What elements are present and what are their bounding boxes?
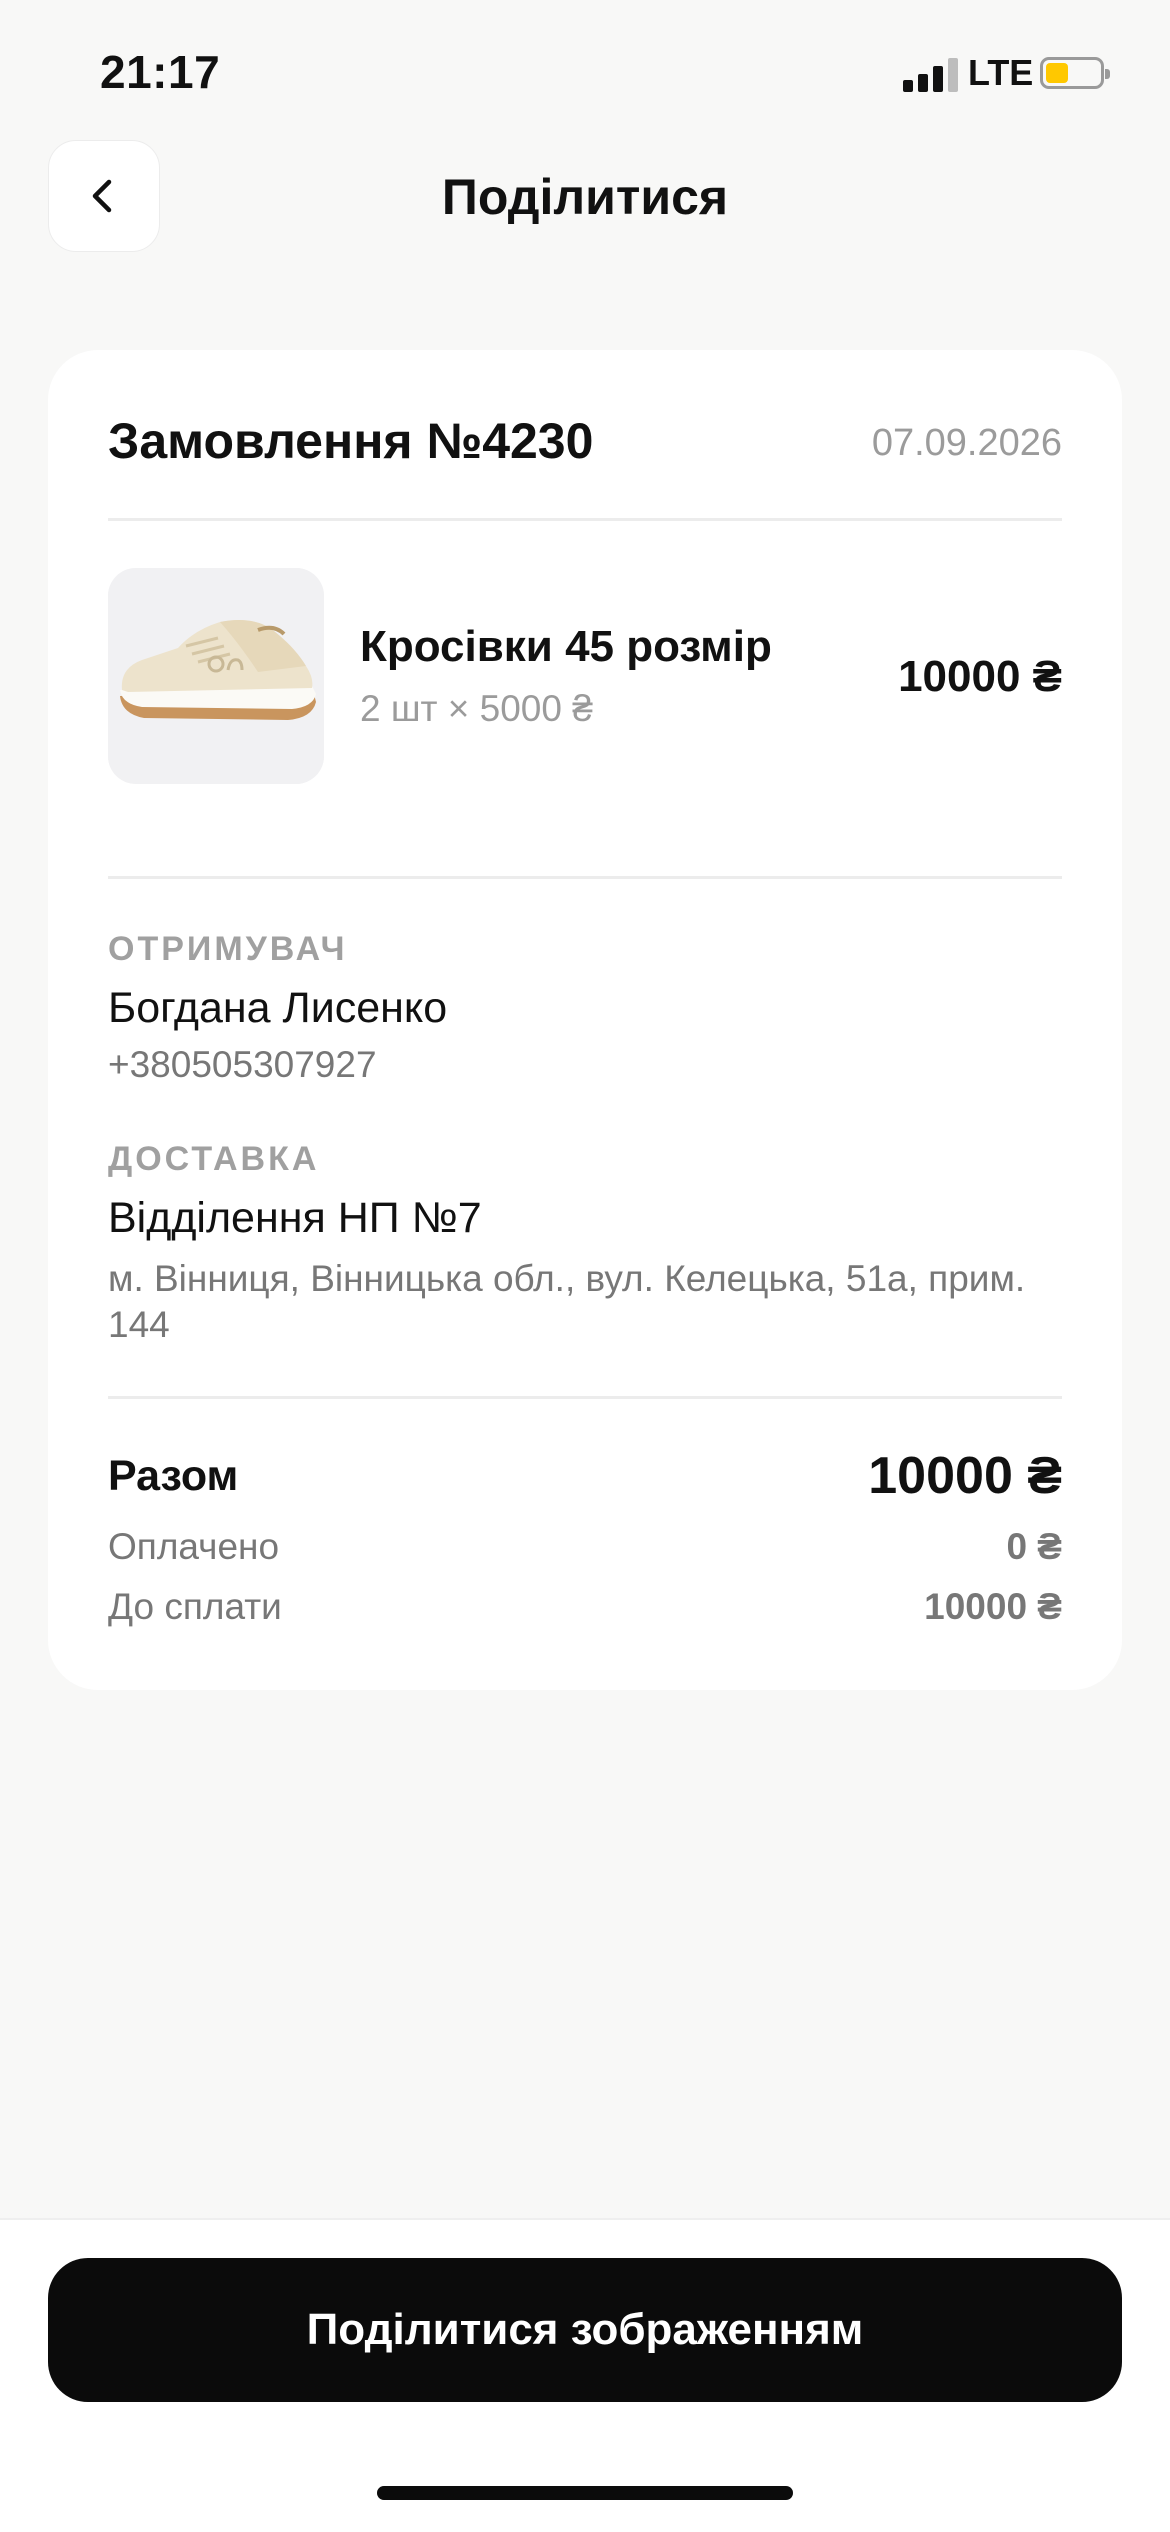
recipient-label: ОТРИМУВАЧ	[108, 930, 348, 968]
divider	[108, 1396, 1062, 1399]
product-price: 10000 ₴	[898, 652, 1062, 701]
share-image-button[interactable]: Поділитися зображенням	[48, 2258, 1122, 2402]
recipient-phone: +380505307927	[108, 1044, 377, 1085]
paid-value: 0 ₴	[1006, 1526, 1062, 1567]
sneaker-image	[108, 568, 324, 784]
divider	[108, 518, 1062, 521]
total-label: Разом	[108, 1452, 239, 1500]
order-card: Замовлення №4230 07.09.2026 Кросівки 45 …	[48, 350, 1122, 1690]
total-value: 10000 ₴	[868, 1447, 1062, 1505]
status-bar: 21:17 LTE	[0, 0, 1170, 140]
share-order-screen: 21:17 LTE Поділитися Замовлення №4230 07…	[0, 0, 1170, 2532]
order-date: 07.09.2026	[871, 422, 1062, 464]
paid-label: Оплачено	[108, 1526, 280, 1567]
product-quantity: 2 шт × 5000 ₴	[360, 688, 593, 729]
signal-bars-icon	[903, 58, 959, 92]
order-title: Замовлення №4230	[108, 413, 594, 469]
status-time: 21:17	[100, 46, 221, 98]
due-value: 10000 ₴	[924, 1586, 1062, 1627]
product-name: Кросівки 45 розмір	[360, 622, 772, 671]
network-type: LTE	[968, 52, 1034, 93]
delivery-label: ДОСТАВКА	[108, 1140, 320, 1178]
divider	[108, 876, 1062, 879]
due-label: До сплати	[108, 1586, 282, 1627]
delivery-branch: Відділення НП №7	[108, 1194, 482, 1242]
delivery-address: м. Вінниця, Вінницька обл., вул. Келецьк…	[108, 1258, 1026, 1345]
page-title: Поділитися	[441, 169, 729, 225]
battery-icon	[1040, 57, 1110, 89]
recipient-name: Богдана Лисенко	[108, 984, 448, 1032]
battery-level	[1046, 63, 1068, 83]
home-indicator	[377, 2486, 793, 2500]
